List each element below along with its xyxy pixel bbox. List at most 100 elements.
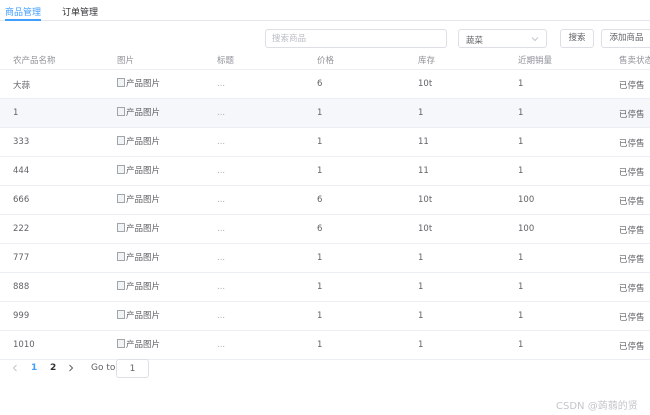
column-header-image: 图片 (117, 56, 135, 66)
chevron-left-icon[interactable] (11, 363, 19, 373)
product-stock: 1 (418, 340, 424, 350)
product-name: 222 (13, 224, 30, 234)
product-title: ... (217, 79, 226, 89)
image-alt-text: 产品图片 (126, 108, 161, 118)
product-image: 产品图片 (117, 77, 160, 90)
chevron-down-icon (531, 37, 539, 42)
product-price: 1 (317, 137, 323, 147)
image-alt-text: 产品图片 (126, 253, 161, 263)
broken-image-icon (117, 136, 125, 145)
product-stock: 1 (418, 108, 424, 118)
product-sales: 1 (518, 108, 524, 118)
product-sales: 1 (518, 311, 524, 321)
product-name: 999 (13, 311, 30, 321)
product-status: 已停售 (619, 168, 645, 178)
tab-active-indicator (5, 19, 41, 21)
product-price: 1 (317, 340, 323, 350)
product-stock: 11 (418, 137, 429, 147)
product-price: 1 (317, 282, 323, 292)
column-header-price: 价格 (317, 56, 335, 66)
page-number-2[interactable]: 2 (50, 363, 56, 373)
product-table: 农产品名称 图片 标题 价格 库存 近期销量 售卖状态 大蒜 产品图片 ... … (0, 48, 650, 360)
broken-image-icon (117, 310, 125, 319)
product-sales: 100 (518, 195, 535, 205)
pagination: 1 2 Go to (0, 359, 650, 379)
tab-bar: 商品管理 订单管理 (0, 0, 650, 21)
image-alt-text: 产品图片 (126, 224, 161, 234)
product-price: 1 (317, 253, 323, 263)
column-header-title: 标题 (217, 56, 235, 66)
product-status: 已停售 (619, 139, 645, 149)
table-row[interactable]: 777 产品图片 ... 1 1 1 已停售 (0, 244, 650, 273)
watermark: CSDN @蒟蒻的贤 (556, 401, 638, 412)
image-alt-text: 产品图片 (126, 166, 161, 176)
product-image: 产品图片 (117, 338, 160, 351)
tab-order-management[interactable]: 订单管理 (62, 5, 98, 18)
product-name: 444 (13, 166, 30, 176)
product-price: 1 (317, 108, 323, 118)
image-alt-text: 产品图片 (126, 340, 161, 350)
product-stock: 10t (418, 79, 433, 89)
product-price: 6 (317, 224, 323, 234)
table-header: 农产品名称 图片 标题 价格 库存 近期销量 售卖状态 (0, 48, 650, 70)
product-title: ... (217, 195, 226, 205)
product-stock: 1 (418, 311, 424, 321)
product-price: 1 (317, 166, 323, 176)
broken-image-icon (117, 252, 125, 261)
table-row[interactable]: 1 产品图片 ... 1 1 1 已停售 (0, 99, 650, 128)
product-title: ... (217, 311, 226, 321)
product-sales: 1 (518, 137, 524, 147)
product-name: 1 (13, 108, 19, 118)
product-sales: 1 (518, 253, 524, 263)
search-button[interactable]: 搜索 (560, 29, 594, 48)
product-stock: 10t (418, 224, 433, 234)
add-product-button[interactable]: 添加商品 (601, 29, 650, 48)
product-title: ... (217, 224, 226, 234)
product-title: ... (217, 108, 226, 118)
product-price: 1 (317, 311, 323, 321)
product-name: 1010 (13, 340, 35, 350)
product-sales: 1 (518, 282, 524, 292)
table-row[interactable]: 444 产品图片 ... 1 11 1 已停售 (0, 157, 650, 186)
image-alt-text: 产品图片 (126, 195, 161, 205)
search-input[interactable] (265, 29, 447, 48)
page-number-1[interactable]: 1 (31, 363, 37, 373)
broken-image-icon (117, 339, 125, 348)
product-image: 产品图片 (117, 193, 160, 206)
broken-image-icon (117, 223, 125, 232)
product-image: 产品图片 (117, 251, 160, 264)
column-header-sales: 近期销量 (518, 56, 553, 66)
goto-page-input[interactable] (116, 359, 149, 378)
table-row[interactable]: 大蒜 产品图片 ... 6 10t 1 已停售 (0, 70, 650, 99)
table-row[interactable]: 1010 产品图片 ... 1 1 1 已停售 (0, 331, 650, 360)
product-name: 大蒜 (13, 81, 31, 91)
column-header-name: 农产品名称 (13, 56, 56, 66)
table-row[interactable]: 333 产品图片 ... 1 11 1 已停售 (0, 128, 650, 157)
product-stock: 11 (418, 166, 429, 176)
product-title: ... (217, 282, 226, 292)
product-title: ... (217, 253, 226, 263)
product-status: 已停售 (619, 313, 645, 323)
product-status: 已停售 (619, 197, 645, 207)
product-title: ... (217, 137, 226, 147)
column-header-status: 售卖状态 (619, 56, 650, 66)
product-sales: 1 (518, 166, 524, 176)
goto-label: Go to (91, 363, 116, 373)
broken-image-icon (117, 194, 125, 203)
product-sales: 100 (518, 224, 535, 234)
product-stock: 1 (418, 253, 424, 263)
table-row[interactable]: 999 产品图片 ... 1 1 1 已停售 (0, 302, 650, 331)
table-row[interactable]: 888 产品图片 ... 1 1 1 已停售 (0, 273, 650, 302)
product-image: 产品图片 (117, 280, 160, 293)
table-row[interactable]: 222 产品图片 ... 6 10t 100 已停售 (0, 215, 650, 244)
tab-product-management[interactable]: 商品管理 (5, 5, 41, 18)
table-row[interactable]: 666 产品图片 ... 6 10t 100 已停售 (0, 186, 650, 215)
category-select[interactable]: 蔬菜 (458, 29, 547, 48)
broken-image-icon (117, 107, 125, 116)
product-status: 已停售 (619, 226, 645, 236)
product-name: 888 (13, 282, 30, 292)
product-price: 6 (317, 195, 323, 205)
broken-image-icon (117, 78, 125, 87)
product-sales: 1 (518, 79, 524, 89)
chevron-right-icon[interactable] (67, 363, 75, 373)
